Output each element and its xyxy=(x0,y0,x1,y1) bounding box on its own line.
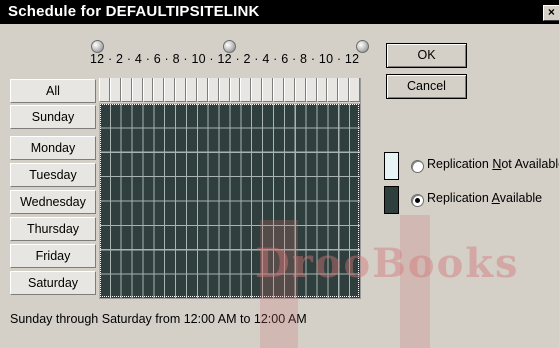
schedule-grid[interactable] xyxy=(99,78,361,299)
hour-column-header[interactable] xyxy=(109,78,121,102)
hour-column-header[interactable] xyxy=(338,78,350,102)
available-label-mnemonic: A xyxy=(491,191,500,205)
hour-column-header[interactable] xyxy=(207,78,219,102)
hour-column-header[interactable] xyxy=(273,78,284,102)
row-header-monday[interactable]: Monday xyxy=(10,136,96,160)
not-available-label-mnemonic: N xyxy=(492,157,502,171)
schedule-summary-text: Sunday through Saturday from 12:00 AM to… xyxy=(10,312,307,326)
hour-column-header[interactable] xyxy=(120,78,132,102)
not-available-swatch xyxy=(384,152,399,180)
hour-column-header[interactable] xyxy=(240,78,252,102)
hour-column-header[interactable] xyxy=(349,78,360,102)
row-header-saturday[interactable]: Saturday xyxy=(10,271,96,295)
hour-column-header[interactable] xyxy=(153,78,165,102)
available-label[interactable]: Replication Available xyxy=(427,191,542,205)
radio-selected-dot xyxy=(415,198,420,203)
cancel-button[interactable]: Cancel xyxy=(386,74,467,99)
not-available-label-post: ot Available xyxy=(501,157,559,171)
title-bar: Schedule for DEFAULTIPSITELINK × xyxy=(0,0,559,24)
hour-column-header[interactable] xyxy=(164,78,176,102)
available-label-pre: Replication xyxy=(427,191,492,205)
select-all-button[interactable]: All xyxy=(10,79,96,103)
schedule-dialog: Schedule for DEFAULTIPSITELINK × 12 · 2 … xyxy=(0,0,559,348)
hour-column-header[interactable] xyxy=(175,78,186,102)
hour-column-header[interactable] xyxy=(327,78,339,102)
available-swatch xyxy=(384,186,399,214)
not-available-label-pre: Replication xyxy=(427,157,493,171)
window-title: Schedule for DEFAULTIPSITELINK xyxy=(8,3,260,20)
hour-column-header[interactable] xyxy=(186,78,197,102)
hour-column-header[interactable] xyxy=(316,78,328,102)
hour-column-header[interactable] xyxy=(251,78,263,102)
row-header-sunday[interactable]: Sunday xyxy=(10,105,96,129)
row-header-friday[interactable]: Friday xyxy=(10,244,96,268)
schedule-cells[interactable] xyxy=(99,103,360,298)
available-label-post: vailable xyxy=(499,191,543,205)
row-header-thursday[interactable]: Thursday xyxy=(10,217,96,241)
hour-column-header[interactable] xyxy=(305,78,317,102)
ok-button[interactable]: OK xyxy=(386,43,467,68)
close-icon[interactable]: × xyxy=(543,5,559,21)
hour-column-header[interactable] xyxy=(196,78,208,102)
not-available-radio[interactable] xyxy=(411,160,424,173)
row-header-tuesday[interactable]: Tuesday xyxy=(10,163,96,187)
hour-column-header[interactable] xyxy=(283,78,295,102)
hour-column-header[interactable] xyxy=(294,78,306,102)
hour-column-header[interactable] xyxy=(142,78,154,102)
hour-column-header[interactable] xyxy=(262,78,273,102)
not-available-label[interactable]: Replication Not Available xyxy=(427,157,559,171)
hour-column-header[interactable] xyxy=(229,78,241,102)
hour-column-header[interactable] xyxy=(99,78,110,102)
hour-labels: 12 · 2 · 4 · 6 · 8 · 10 · 12 · 2 · 4 · 6… xyxy=(90,52,360,66)
watermark-band-right xyxy=(400,215,430,348)
available-radio[interactable] xyxy=(411,194,424,207)
hour-column-header[interactable] xyxy=(131,78,143,102)
hour-column-header[interactable] xyxy=(218,78,230,102)
row-header-wednesday[interactable]: Wednesday xyxy=(10,190,96,214)
